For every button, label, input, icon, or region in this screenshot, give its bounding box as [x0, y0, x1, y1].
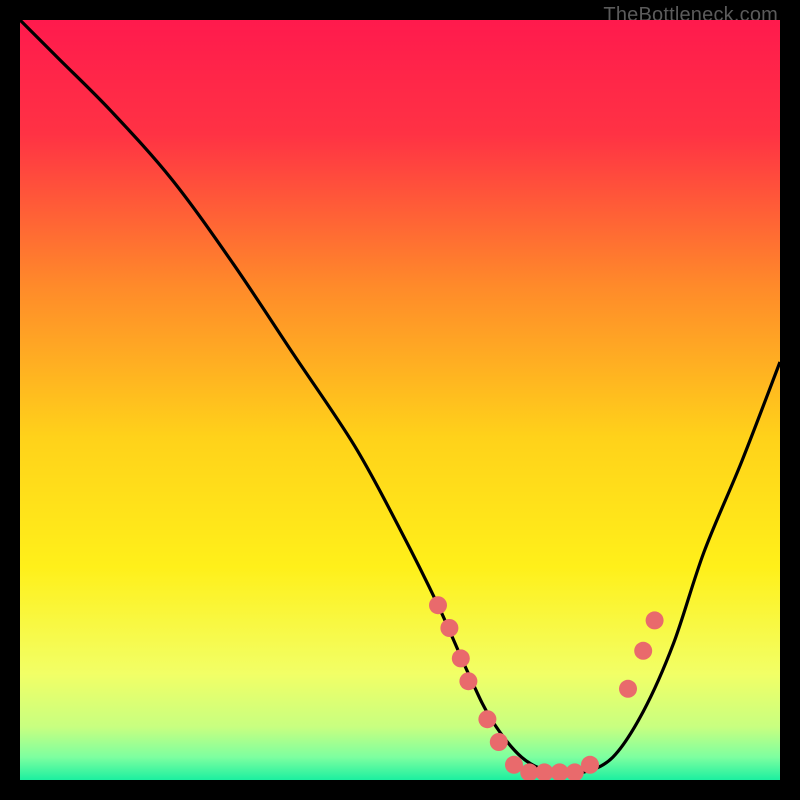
- sample-point: [581, 756, 599, 774]
- chart-frame: [20, 20, 780, 780]
- sample-point: [490, 733, 508, 751]
- sample-point: [452, 649, 470, 667]
- sample-point: [459, 672, 477, 690]
- sample-point: [619, 680, 637, 698]
- sample-point: [646, 611, 664, 629]
- sample-point: [478, 710, 496, 728]
- sample-point: [429, 596, 447, 614]
- bottleneck-chart: [20, 20, 780, 780]
- sample-point: [634, 642, 652, 660]
- sample-point: [440, 619, 458, 637]
